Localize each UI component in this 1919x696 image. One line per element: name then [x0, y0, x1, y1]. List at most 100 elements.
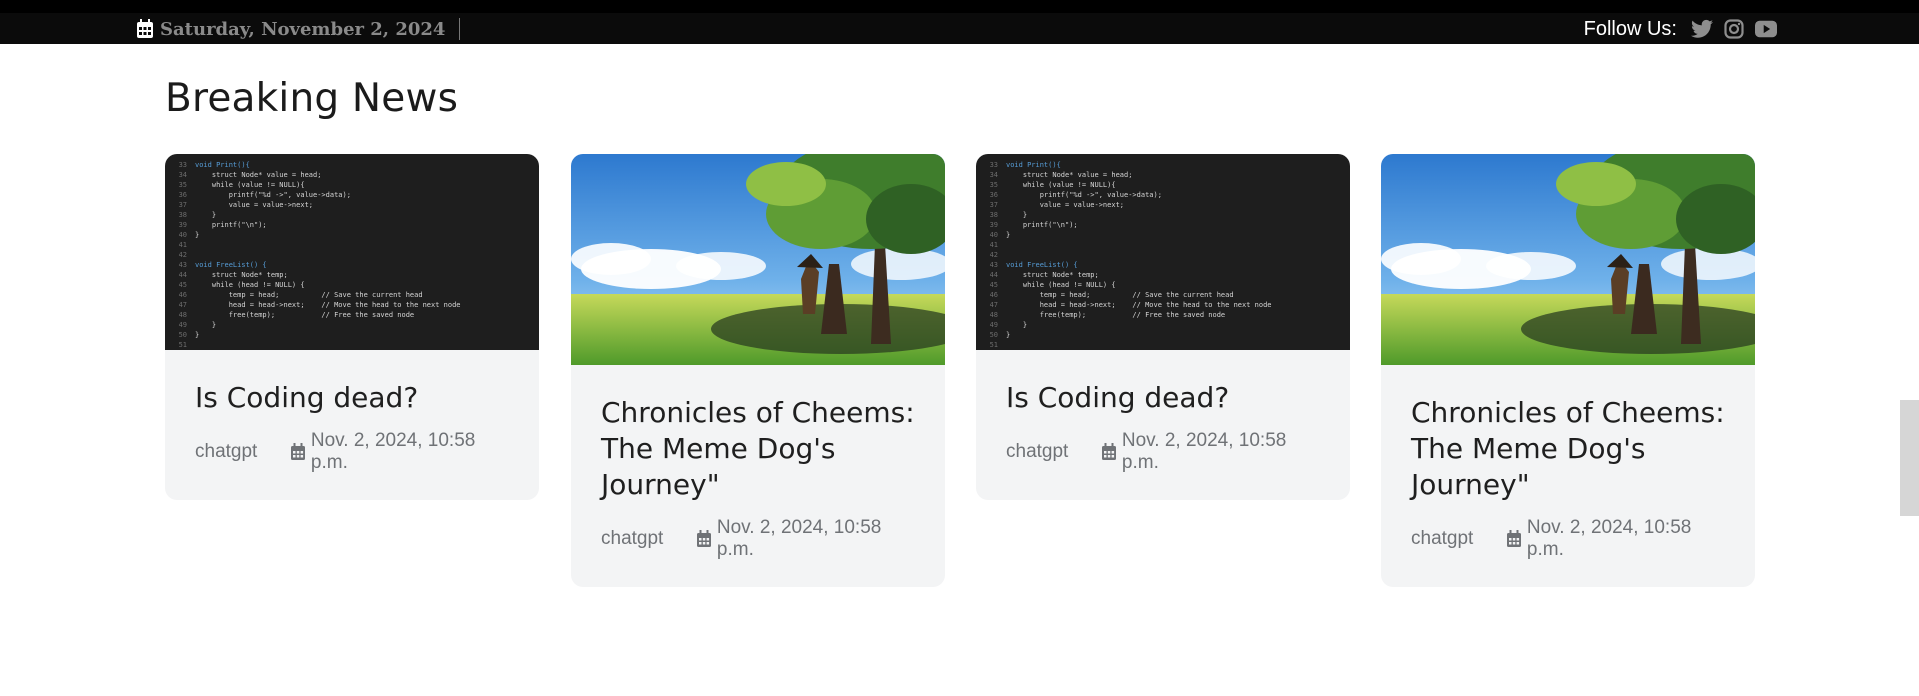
- date-display: Saturday, November 2, 2024: [134, 17, 461, 41]
- card-author: chatgpt: [1006, 441, 1069, 462]
- code-line: 42: [976, 250, 1350, 260]
- card-date: Nov. 2, 2024, 10:58 p.m.: [1526, 517, 1692, 560]
- code-text: struct Node* value = head;: [1006, 171, 1133, 179]
- code-line: 46 temp = head; // Save the current head: [165, 290, 539, 300]
- card-meta: chatgpt Nov. 2, 2024, 10:58 p.m.: [601, 517, 917, 561]
- code-snippet: 33 void Print(){34 struct Node* value = h…: [976, 160, 1350, 350]
- code-line: 38 }: [165, 210, 539, 220]
- code-text: void Print(){: [1006, 161, 1061, 169]
- landscape-image[interactable]: [571, 154, 945, 365]
- code-line: 51: [976, 340, 1350, 350]
- code-line: 42: [165, 250, 539, 260]
- twitter-icon[interactable]: [1691, 18, 1713, 40]
- card-title[interactable]: Chronicles of Cheems: The Meme Dog's Jou…: [1411, 395, 1727, 503]
- line-number: 45: [178, 281, 187, 289]
- code-text: struct Node* value = head;: [195, 171, 322, 179]
- card-author: chatgpt: [601, 528, 664, 549]
- line-number: 39: [178, 221, 187, 229]
- calendar-icon: [134, 18, 156, 40]
- code-text: head = head->next; // Move the head to t…: [195, 301, 461, 309]
- calendar-icon: [1506, 530, 1522, 548]
- code-line: 39 printf("\n");: [976, 220, 1350, 230]
- calendar-icon: [290, 443, 306, 461]
- code-text: while (value != NULL){: [1006, 181, 1116, 189]
- code-text: printf("%d ->", value->data);: [195, 191, 351, 199]
- code-line: 43 void FreeList() {: [976, 260, 1350, 270]
- instagram-icon[interactable]: [1723, 18, 1745, 40]
- line-number: 34: [178, 171, 187, 179]
- code-text: }: [195, 321, 217, 329]
- follow-us-label: Follow Us:: [1583, 17, 1677, 40]
- section-title: Breaking News: [165, 76, 459, 121]
- code-line: 37 value = value->next;: [165, 200, 539, 210]
- card-date: Nov. 2, 2024, 10:58 p.m.: [716, 517, 882, 560]
- line-number: 51: [178, 341, 187, 349]
- scrollbar-thumb[interactable]: [1900, 400, 1919, 516]
- line-number: 49: [989, 321, 998, 329]
- code-line: 35 while (value != NULL){: [165, 180, 539, 190]
- card-date: Nov. 2, 2024, 10:58 p.m.: [1121, 430, 1287, 473]
- code-line: 36 printf("%d ->", value->data);: [976, 190, 1350, 200]
- code-line: 33 void Print(){: [165, 160, 539, 170]
- code-text: printf("\n");: [195, 221, 267, 229]
- line-number: 50: [989, 331, 998, 339]
- code-line: 35 while (value != NULL){: [976, 180, 1350, 190]
- line-number: 40: [178, 231, 187, 239]
- code-text: while (value != NULL){: [195, 181, 305, 189]
- card-title[interactable]: Is Coding dead?: [195, 380, 511, 416]
- code-line: 33 void Print(){: [976, 160, 1350, 170]
- code-line: 47 head = head->next; // Move the head t…: [976, 300, 1350, 310]
- code-line: 45 while (head != NULL) {: [976, 280, 1350, 290]
- line-number: 38: [178, 211, 187, 219]
- code-text: value = value->next;: [195, 201, 314, 209]
- line-number: 44: [989, 271, 998, 279]
- code-line: 51: [165, 340, 539, 350]
- code-text: void FreeList() {: [1006, 261, 1078, 269]
- news-card[interactable]: 33 void Print(){34 struct Node* value = h…: [165, 154, 539, 500]
- code-text: void FreeList() {: [195, 261, 267, 269]
- code-line: 49 }: [165, 320, 539, 330]
- code-text: }: [195, 211, 217, 219]
- code-line: 34 struct Node* value = head;: [976, 170, 1350, 180]
- line-number: 46: [989, 291, 998, 299]
- line-number: 50: [178, 331, 187, 339]
- youtube-icon[interactable]: [1755, 18, 1777, 40]
- code-screenshot-image[interactable]: 33 void Print(){34 struct Node* value = h…: [976, 154, 1350, 350]
- line-number: 48: [989, 311, 998, 319]
- code-text: free(temp); // Free the saved node: [195, 311, 415, 319]
- news-card[interactable]: Chronicles of Cheems: The Meme Dog's Jou…: [571, 154, 945, 587]
- landscape-image[interactable]: [1381, 154, 1755, 365]
- line-number: 34: [989, 171, 998, 179]
- calendar-icon: [696, 530, 712, 548]
- code-line: 41: [165, 240, 539, 250]
- line-number: 36: [178, 191, 187, 199]
- code-line: 44 struct Node* temp;: [976, 270, 1350, 280]
- card-title[interactable]: Chronicles of Cheems: The Meme Dog's Jou…: [601, 395, 917, 503]
- code-line: 50}: [976, 330, 1350, 340]
- code-text: }: [1006, 321, 1028, 329]
- code-screenshot-image[interactable]: 33 void Print(){34 struct Node* value = h…: [165, 154, 539, 350]
- line-number: 45: [989, 281, 998, 289]
- line-number: 40: [989, 231, 998, 239]
- line-number: 49: [178, 321, 187, 329]
- line-number: 33: [989, 161, 998, 169]
- code-line: 38 }: [976, 210, 1350, 220]
- line-number: 35: [989, 181, 998, 189]
- news-card[interactable]: Chronicles of Cheems: The Meme Dog's Jou…: [1381, 154, 1755, 587]
- line-number: 37: [989, 201, 998, 209]
- card-title[interactable]: Is Coding dead?: [1006, 380, 1322, 416]
- line-number: 43: [989, 261, 998, 269]
- line-number: 33: [178, 161, 187, 169]
- code-text: struct Node* temp;: [1006, 271, 1099, 279]
- card-author: chatgpt: [1411, 528, 1474, 549]
- news-card[interactable]: 33 void Print(){34 struct Node* value = h…: [976, 154, 1350, 500]
- code-text: }: [1006, 211, 1028, 219]
- line-number: 41: [989, 241, 998, 249]
- code-text: while (head != NULL) {: [1006, 281, 1116, 289]
- code-line: 41: [976, 240, 1350, 250]
- card-meta: chatgpt Nov. 2, 2024, 10:58 p.m.: [1006, 430, 1322, 474]
- current-date: Saturday, November 2, 2024: [160, 18, 446, 40]
- line-number: 42: [178, 251, 187, 259]
- code-line: 34 struct Node* value = head;: [165, 170, 539, 180]
- line-number: 43: [178, 261, 187, 269]
